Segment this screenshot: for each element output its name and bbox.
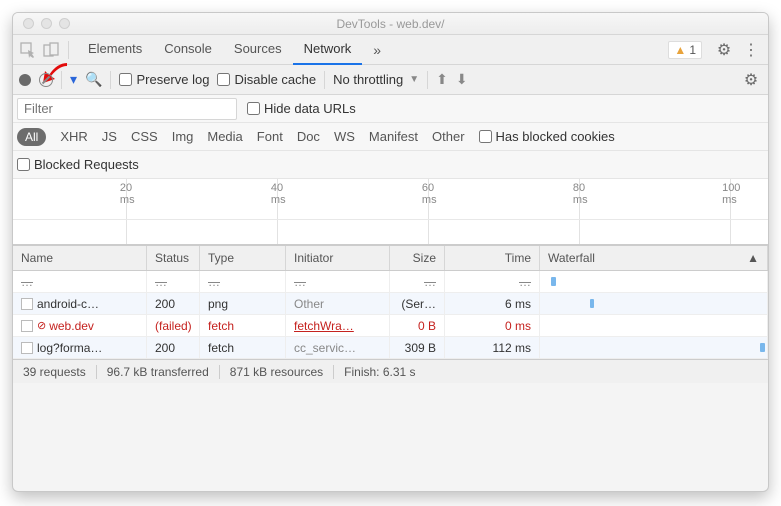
- filter-img[interactable]: Img: [172, 129, 194, 144]
- col-initiator[interactable]: Initiator: [286, 246, 390, 270]
- device-mode-icon[interactable]: [42, 41, 60, 59]
- request-table-header: Name Status Type Initiator Size Time Wat…: [13, 245, 768, 271]
- table-row[interactable]: log?forma…200fetchcc_servic…309 B112 ms: [13, 337, 768, 359]
- status-requests: 39 requests: [23, 365, 97, 379]
- devtools-window: DevTools - web.dev/ Elements Console Sou…: [12, 12, 769, 492]
- filter-doc[interactable]: Doc: [297, 129, 320, 144]
- col-waterfall[interactable]: Waterfall▲: [540, 246, 768, 270]
- has-blocked-cookies-checkbox[interactable]: Has blocked cookies: [479, 129, 615, 144]
- warnings-badge[interactable]: ▲ 1: [668, 41, 702, 59]
- tab-sources[interactable]: Sources: [223, 34, 293, 65]
- table-row[interactable]: ⊘web.dev(failed)fetchfetchWra…0 B0 ms: [13, 315, 768, 337]
- status-bar: 39 requests 96.7 kB transferred 871 kB r…: [13, 359, 768, 383]
- status-resources: 871 kB resources: [220, 365, 334, 379]
- more-tabs-icon[interactable]: »: [367, 42, 387, 58]
- filter-toggle-icon[interactable]: ▾: [70, 71, 77, 88]
- table-row[interactable]: android-c…200pngOther(Ser…6 ms: [13, 293, 768, 315]
- warning-icon: ▲: [674, 43, 686, 57]
- settings-gear-icon[interactable]: ⚙: [713, 40, 735, 60]
- filter-css[interactable]: CSS: [131, 129, 158, 144]
- filter-input[interactable]: [17, 98, 237, 120]
- filter-media[interactable]: Media: [207, 129, 242, 144]
- filter-row: Hide data URLs: [13, 95, 768, 123]
- minimize-dot[interactable]: [41, 18, 52, 29]
- caret-down-icon: ▼: [409, 74, 419, 85]
- traffic-lights[interactable]: [13, 18, 70, 29]
- close-dot[interactable]: [23, 18, 34, 29]
- sort-asc-icon: ▲: [747, 251, 759, 265]
- filter-manifest[interactable]: Manifest: [369, 129, 418, 144]
- filter-js[interactable]: JS: [102, 129, 117, 144]
- filter-font[interactable]: Font: [257, 129, 283, 144]
- filter-ws[interactable]: WS: [334, 129, 355, 144]
- col-status[interactable]: Status: [147, 246, 200, 270]
- titlebar: DevTools - web.dev/: [13, 13, 768, 35]
- tab-elements[interactable]: Elements: [77, 34, 153, 65]
- tab-console[interactable]: Console: [153, 34, 223, 65]
- inspect-element-icon[interactable]: [19, 41, 37, 59]
- import-har-icon[interactable]: ⬆: [436, 71, 448, 88]
- col-size[interactable]: Size: [390, 246, 445, 270]
- search-icon[interactable]: 🔍: [85, 71, 102, 88]
- window-title: DevTools - web.dev/: [13, 17, 768, 31]
- filter-xhr[interactable]: XHR: [60, 129, 87, 144]
- record-button[interactable]: [19, 74, 31, 86]
- filter-all[interactable]: All: [17, 128, 46, 146]
- blocked-requests-checkbox[interactable]: Blocked Requests: [17, 157, 139, 172]
- table-row[interactable]: ………………: [13, 271, 768, 293]
- kebab-menu-icon[interactable]: ⋮: [740, 40, 762, 60]
- blocked-requests-row: Blocked Requests: [13, 151, 768, 179]
- preserve-log-checkbox[interactable]: Preserve log: [119, 72, 209, 87]
- throttling-dropdown[interactable]: No throttling ▼: [333, 72, 419, 87]
- col-type[interactable]: Type: [200, 246, 286, 270]
- network-toolbar: ▾ 🔍 Preserve log Disable cache No thrott…: [13, 65, 768, 95]
- col-time[interactable]: Time: [445, 246, 540, 270]
- zoom-dot[interactable]: [59, 18, 70, 29]
- overview-timeline[interactable]: 20 ms 40 ms 60 ms 80 ms 100 ms: [13, 179, 768, 245]
- col-name[interactable]: Name: [13, 246, 147, 270]
- request-table-body: ………………android-c…200pngOther(Ser…6 ms⊘web…: [13, 271, 768, 359]
- filter-other[interactable]: Other: [432, 129, 465, 144]
- status-transferred: 96.7 kB transferred: [97, 365, 220, 379]
- hide-data-urls-checkbox[interactable]: Hide data URLs: [247, 101, 356, 116]
- status-finish: Finish: 6.31 s: [334, 365, 425, 379]
- main-tabs: Elements Console Sources Network: [77, 34, 362, 65]
- export-har-icon[interactable]: ⬇: [456, 71, 468, 88]
- disable-cache-checkbox[interactable]: Disable cache: [217, 72, 316, 87]
- clear-button[interactable]: [39, 73, 53, 87]
- tab-network[interactable]: Network: [293, 34, 363, 65]
- panel-tab-bar: Elements Console Sources Network » ▲ 1 ⚙…: [13, 35, 768, 65]
- network-settings-gear-icon[interactable]: ⚙: [740, 70, 762, 90]
- type-filter-row: All XHR JS CSS Img Media Font Doc WS Man…: [13, 123, 768, 151]
- warning-count: 1: [689, 43, 696, 57]
